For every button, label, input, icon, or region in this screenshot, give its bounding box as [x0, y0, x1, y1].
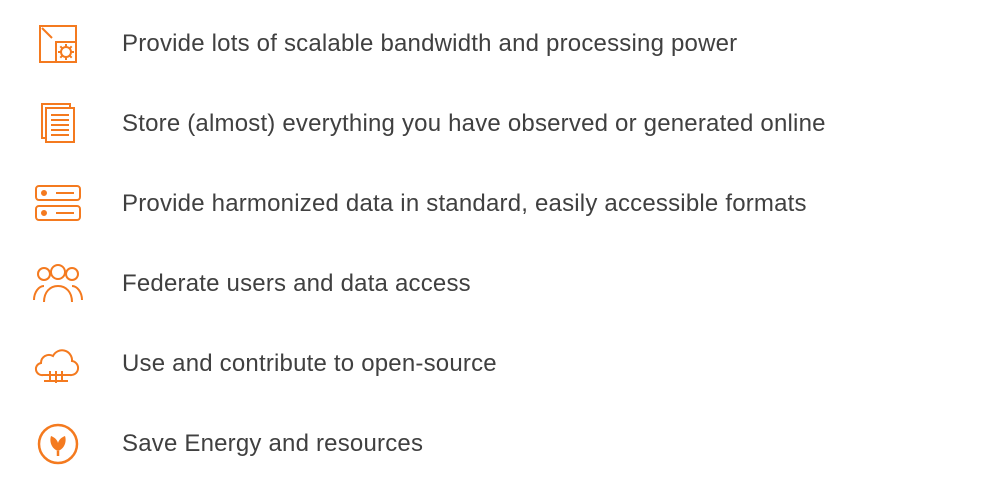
list-item: Save Energy and resources [30, 420, 970, 468]
list-item-label: Store (almost) everything you have obser… [122, 110, 826, 138]
list-item-label: Provide harmonized data in standard, eas… [122, 190, 807, 218]
servers-icon [30, 180, 86, 228]
cloud-icon [30, 340, 86, 388]
list-item-label: Provide lots of scalable bandwidth and p… [122, 30, 737, 58]
list-item-label: Use and contribute to open-source [122, 350, 497, 378]
list-item: Provide harmonized data in standard, eas… [30, 180, 970, 228]
feature-list: Provide lots of scalable bandwidth and p… [30, 20, 970, 468]
scale-gear-icon [30, 20, 86, 68]
list-item-label: Save Energy and resources [122, 430, 423, 458]
eco-leaf-icon [30, 420, 86, 468]
list-item: Store (almost) everything you have obser… [30, 100, 970, 148]
list-item: Federate users and data access [30, 260, 970, 308]
list-item-label: Federate users and data access [122, 270, 471, 298]
documents-icon [30, 100, 86, 148]
list-item: Use and contribute to open-source [30, 340, 970, 388]
list-item: Provide lots of scalable bandwidth and p… [30, 20, 970, 68]
users-group-icon [30, 260, 86, 308]
